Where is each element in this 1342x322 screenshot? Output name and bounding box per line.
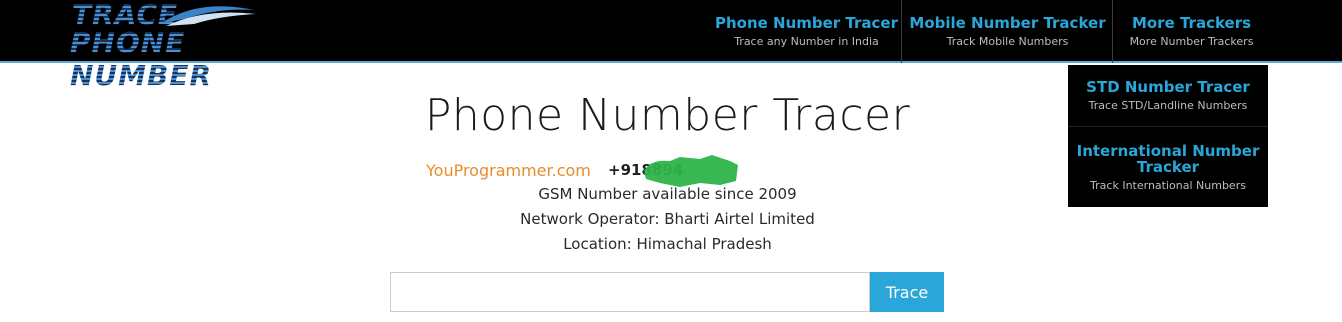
dropdown-item-title: STD Number Tracer: [1086, 78, 1250, 96]
nav-subtitle: Trace any Number in India: [734, 35, 879, 48]
logo-swoosh-icon: [160, 6, 256, 26]
location-info: Location: Himachal Pradesh: [563, 235, 772, 253]
more-trackers-dropdown: STD Number Tracer Trace STD/Landline Num…: [1068, 65, 1268, 207]
nav-subtitle: More Number Trackers: [1129, 35, 1254, 48]
nav-subtitle: Track Mobile Numbers: [946, 35, 1069, 48]
phone-number-input[interactable]: [390, 272, 870, 312]
trace-button[interactable]: Trace: [870, 272, 944, 312]
page-title: Phone Number Tracer: [424, 90, 911, 141]
number-type-info: GSM Number available since 2009: [538, 185, 797, 203]
dropdown-item-international-number-tracker[interactable]: International Number Tracker Track Inter…: [1068, 143, 1268, 192]
network-operator-info: Network Operator: Bharti Airtel Limited: [520, 210, 815, 228]
nav-mobile-number-tracker[interactable]: Mobile Number Tracker Track Mobile Numbe…: [903, 0, 1113, 63]
dropdown-item-subtitle: Track International Numbers: [1090, 179, 1246, 192]
nav-title: Mobile Number Tracker: [909, 14, 1106, 32]
nav-phone-number-tracer[interactable]: Phone Number Tracer Trace any Number in …: [712, 0, 902, 63]
nav-more-trackers[interactable]: More Trackers More Number Trackers: [1114, 0, 1269, 63]
dropdown-divider: [1068, 126, 1268, 127]
redaction-scribble: [644, 155, 738, 187]
dropdown-item-title: International Number Tracker: [1076, 142, 1260, 176]
site-logo[interactable]: TRACE PHONE NUMBER: [70, 0, 260, 92]
dropdown-item-subtitle: Trace STD/Landline Numbers: [1088, 99, 1248, 112]
top-navbar: TRACE PHONE NUMBER Phone Number Tracer T…: [0, 0, 1342, 92]
dropdown-item-std-number-tracer[interactable]: STD Number Tracer Trace STD/Landline Num…: [1068, 79, 1268, 112]
nav-title: Phone Number Tracer: [714, 14, 898, 32]
logo-line-2: PHONE NUMBER: [70, 26, 260, 92]
watermark-text: YouProgrammer.com: [426, 161, 591, 180]
nav-title: More Trackers: [1131, 14, 1252, 32]
